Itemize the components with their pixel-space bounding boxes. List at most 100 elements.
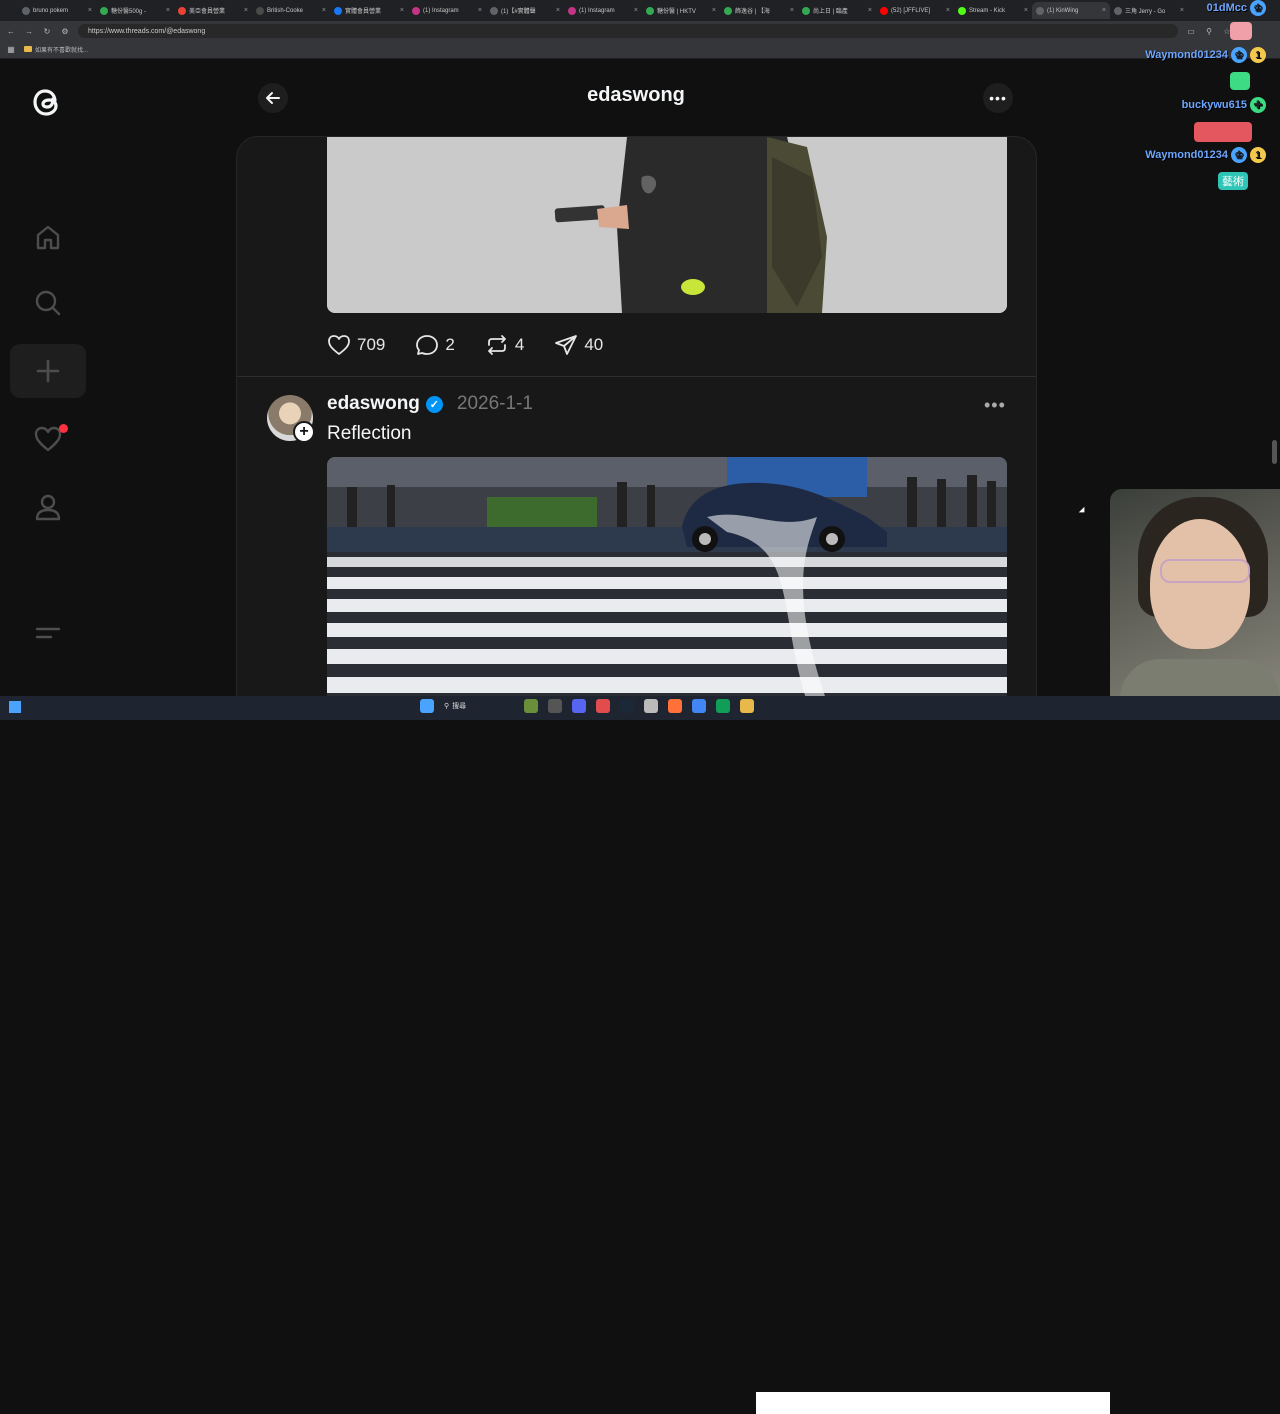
nav-home[interactable] [10,210,86,264]
tab-close-icon[interactable]: × [1024,7,1028,14]
discord-icon[interactable] [572,699,586,713]
browser-tab[interactable]: (52) [JFFLIVE] × [876,2,954,19]
browser-tab[interactable]: (1) Instagram × [564,2,642,19]
browser-tab[interactable]: (1)【#實體聲 × [486,2,564,19]
nav-profile[interactable] [10,480,86,534]
windows-start-icon[interactable] [9,701,21,713]
page-scrollbar[interactable] [1272,440,1277,464]
tab-label: 糖份醫500g - [111,9,147,15]
feed-container: 709 2 4 40 + edaswong ✓ 2026-1-1 ••• Ref… [236,136,1037,696]
back-button[interactable] [258,83,288,113]
follow-plus-icon[interactable]: + [293,421,315,443]
repost-icon [487,335,506,355]
share-action[interactable]: 40 [554,333,603,357]
bookmark-folder[interactable]: 如果有不喜歡就找... [24,45,88,54]
browser-tab[interactable]: bruno pokem × [18,2,96,19]
tab-favicon-icon [334,6,342,15]
sub-badge-icon: 1 [1250,47,1266,63]
webcam-overlay [1110,489,1280,720]
nav-search[interactable] [10,276,86,330]
threads-logo-icon[interactable] [27,82,67,122]
browser-tab[interactable]: 糖份醫 | HKTV × [642,2,720,19]
tab-favicon-icon [880,6,888,15]
app-icon[interactable] [644,699,658,713]
tab-close-icon[interactable]: × [1102,7,1106,14]
site-info-icon[interactable]: ⚙ [60,27,70,36]
chat-username: Waymond01234 [1145,149,1228,161]
browser-tab[interactable]: 美亞會員營業 × [174,2,252,19]
reload-icon[interactable]: ↻ [42,27,52,36]
webcam-face [1150,519,1250,649]
tab-close-icon[interactable]: × [88,7,92,14]
tab-favicon-icon [100,6,108,15]
tab-close-icon[interactable]: × [166,7,170,14]
send-icon [555,335,578,355]
browser-tab[interactable]: Stream - Kick × [954,2,1032,19]
tab-close-icon[interactable]: × [790,7,794,14]
nav-create[interactable] [10,344,86,398]
forward-nav-icon[interactable]: → [24,27,34,36]
chat-line: buckywu615 ✚ [1182,97,1266,113]
post-date[interactable]: 2026-1-1 [457,393,533,415]
tab-label: bruno pokem [33,7,69,14]
chrome-icon[interactable] [692,699,706,713]
file-explorer-icon[interactable] [740,699,754,713]
tab-close-icon[interactable]: × [712,7,716,14]
chat-line: Waymond01234 ♔ 1 [1145,47,1266,63]
post-more-icon[interactable]: ••• [984,395,1006,416]
tab-close-icon[interactable]: × [400,7,404,14]
page-title: edaswong [587,84,685,106]
tab-close-icon[interactable]: × [244,7,248,14]
tab-close-icon[interactable]: × [478,7,482,14]
browser-tab[interactable]: 實體會員營業 × [330,2,408,19]
browser-tab[interactable]: (1) KinWing × [1032,2,1110,19]
chat-line: 01dMcc ♔ [1207,0,1266,16]
tab-favicon-icon [256,6,264,15]
crown-badge-icon: ♔ [1231,47,1247,63]
taskbar-search[interactable]: ⚲ 搜尋 [444,701,514,711]
browser-tab[interactable]: 飾逸谷 | 【海 × [720,2,798,19]
nav-menu[interactable] [10,606,86,660]
tab-close-icon[interactable]: × [868,7,872,14]
more-dots-icon: ••• [989,90,1007,106]
tab-label: 糖份醫 | HKTV [657,9,696,15]
folder-icon [24,46,32,52]
app-icon[interactable] [716,699,730,713]
subtitle-overlay [756,1392,1110,1414]
reply-action[interactable]: 2 [415,333,455,357]
start-menu-icon[interactable] [420,699,434,713]
post-image[interactable] [327,457,1007,696]
tab-close-icon[interactable]: × [946,7,950,14]
nav-activity[interactable] [10,412,86,466]
repost-count: 4 [514,335,525,354]
tab-close-icon[interactable]: × [634,7,638,14]
post-username[interactable]: edaswong [327,393,420,415]
more-options-button[interactable]: ••• [983,83,1013,113]
tab-label: (52) [JFFLIVE] [891,7,931,14]
url-field[interactable]: https://www.threads.com/@edaswong [78,24,1178,38]
taskbar-search-label: 搜尋 [452,703,467,710]
firefox-icon[interactable] [668,699,682,713]
threads-page: edaswong ••• 709 2 4 40 + edaswong ✓ 202… [0,60,1280,696]
task-view-icon[interactable] [548,699,562,713]
sub-badge-icon: 1 [1250,147,1266,163]
browser-tab[interactable]: 糖份醫500g - × [96,2,174,19]
repost-action[interactable]: 4 [485,333,524,357]
tab-favicon-icon [178,6,186,15]
browser-tab[interactable]: British-Cooke × [252,2,330,19]
arrow-left-icon [266,92,280,104]
browser-tab[interactable]: (1) Instagram × [408,2,486,19]
post-image[interactable] [327,137,1007,313]
tab-close-icon[interactable]: × [556,7,560,14]
apps-grid-icon[interactable]: ▦ [6,45,16,54]
browser-tab[interactable]: 尚上日 | 臨產 × [798,2,876,19]
steam-icon[interactable] [620,699,634,713]
widget-icon[interactable] [524,699,538,713]
tab-label: 飾逸谷 | 【海 [735,9,770,15]
obs-icon[interactable] [596,699,610,713]
like-action[interactable]: 709 [327,333,385,357]
tab-close-icon[interactable]: × [322,7,326,14]
back-nav-icon[interactable]: ← [6,27,16,36]
tab-label: (1)【#實體聲 [501,9,536,15]
tab-label: British-Cooke [267,7,304,14]
